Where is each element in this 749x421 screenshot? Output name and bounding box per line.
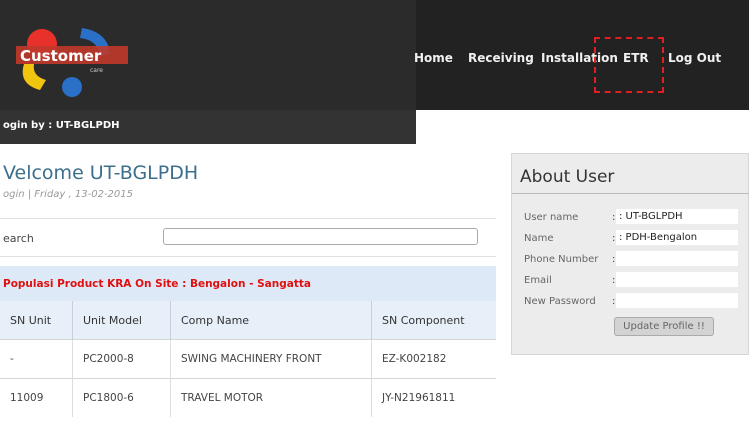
field-label-name: Name bbox=[524, 233, 554, 244]
nav-home[interactable]: Home bbox=[414, 51, 453, 65]
page-title: Velcome UT-BGLPDH bbox=[3, 162, 199, 184]
field-colon: : bbox=[612, 254, 616, 265]
logo-text: Customer bbox=[20, 47, 102, 65]
column-header-unit-model[interactable]: Unit Model bbox=[72, 301, 171, 340]
table-row[interactable]: 11009 PC1800-6 TRAVEL MOTOR JY-N21961811 bbox=[0, 378, 496, 417]
column-header-comp-name[interactable]: Comp Name bbox=[170, 301, 372, 340]
nav-receiving[interactable]: Receiving bbox=[468, 51, 534, 65]
username-field[interactable]: : UT-BGLPDH bbox=[616, 209, 738, 224]
search-input[interactable] bbox=[163, 228, 478, 245]
field-colon: : bbox=[612, 296, 616, 307]
cell-sn-component: EZ-K002182 bbox=[371, 339, 496, 379]
table-row[interactable]: - PC2000-8 SWING MACHINERY FRONT EZ-K002… bbox=[0, 339, 496, 379]
customer-care-logo[interactable]: Customer care bbox=[12, 14, 132, 100]
table-title: Populasi Product KRA On Site : Bengalon … bbox=[3, 278, 311, 290]
about-divider bbox=[512, 193, 749, 194]
logo-subtext: care bbox=[90, 67, 103, 74]
column-header-sn-unit[interactable]: SN Unit bbox=[0, 301, 73, 340]
logo-yellow-figure bbox=[22, 64, 46, 90]
cell-sn-component: JY-N21961811 bbox=[371, 378, 496, 417]
update-profile-button[interactable]: Update Profile !! bbox=[614, 317, 714, 336]
field-colon: : bbox=[612, 212, 616, 223]
table-header-row: SN Unit Unit Model Comp Name SN Componen… bbox=[0, 301, 496, 340]
phone-field[interactable] bbox=[616, 251, 738, 266]
population-table: SN Unit Unit Model Comp Name SN Componen… bbox=[0, 301, 496, 417]
cell-comp-name: TRAVEL MOTOR bbox=[170, 378, 372, 417]
login-bar-right bbox=[416, 110, 749, 144]
cell-comp-name: SWING MACHINERY FRONT bbox=[170, 339, 372, 379]
field-label-username: User name bbox=[524, 212, 579, 223]
cell-sn-unit: - bbox=[0, 339, 73, 379]
field-label-phone: Phone Number bbox=[524, 254, 599, 265]
column-header-sn-component[interactable]: SN Component bbox=[371, 301, 496, 340]
login-date: ogin | Friday , 13-02-2015 bbox=[3, 189, 133, 200]
email-field[interactable] bbox=[616, 272, 738, 287]
logo-blue-figure bbox=[62, 77, 82, 97]
divider bbox=[0, 256, 496, 257]
new-password-field[interactable] bbox=[616, 293, 738, 308]
cell-sn-unit: 11009 bbox=[0, 378, 73, 417]
etr-highlight-marker bbox=[594, 37, 664, 93]
login-user-text: ogin by : UT-BGLPDH bbox=[3, 120, 120, 131]
field-label-email: Email bbox=[524, 275, 552, 286]
divider bbox=[0, 218, 496, 219]
search-label: earch bbox=[3, 232, 34, 245]
about-user-title: About User bbox=[520, 167, 615, 187]
field-colon: : bbox=[612, 275, 616, 286]
cell-unit-model: PC1800-6 bbox=[72, 378, 171, 417]
field-colon: : bbox=[612, 233, 616, 244]
cell-unit-model: PC2000-8 bbox=[72, 339, 171, 379]
nav-logout[interactable]: Log Out bbox=[668, 51, 721, 65]
field-label-new-password: New Password bbox=[524, 296, 596, 307]
name-field[interactable]: : PDH-Bengalon bbox=[616, 230, 738, 245]
